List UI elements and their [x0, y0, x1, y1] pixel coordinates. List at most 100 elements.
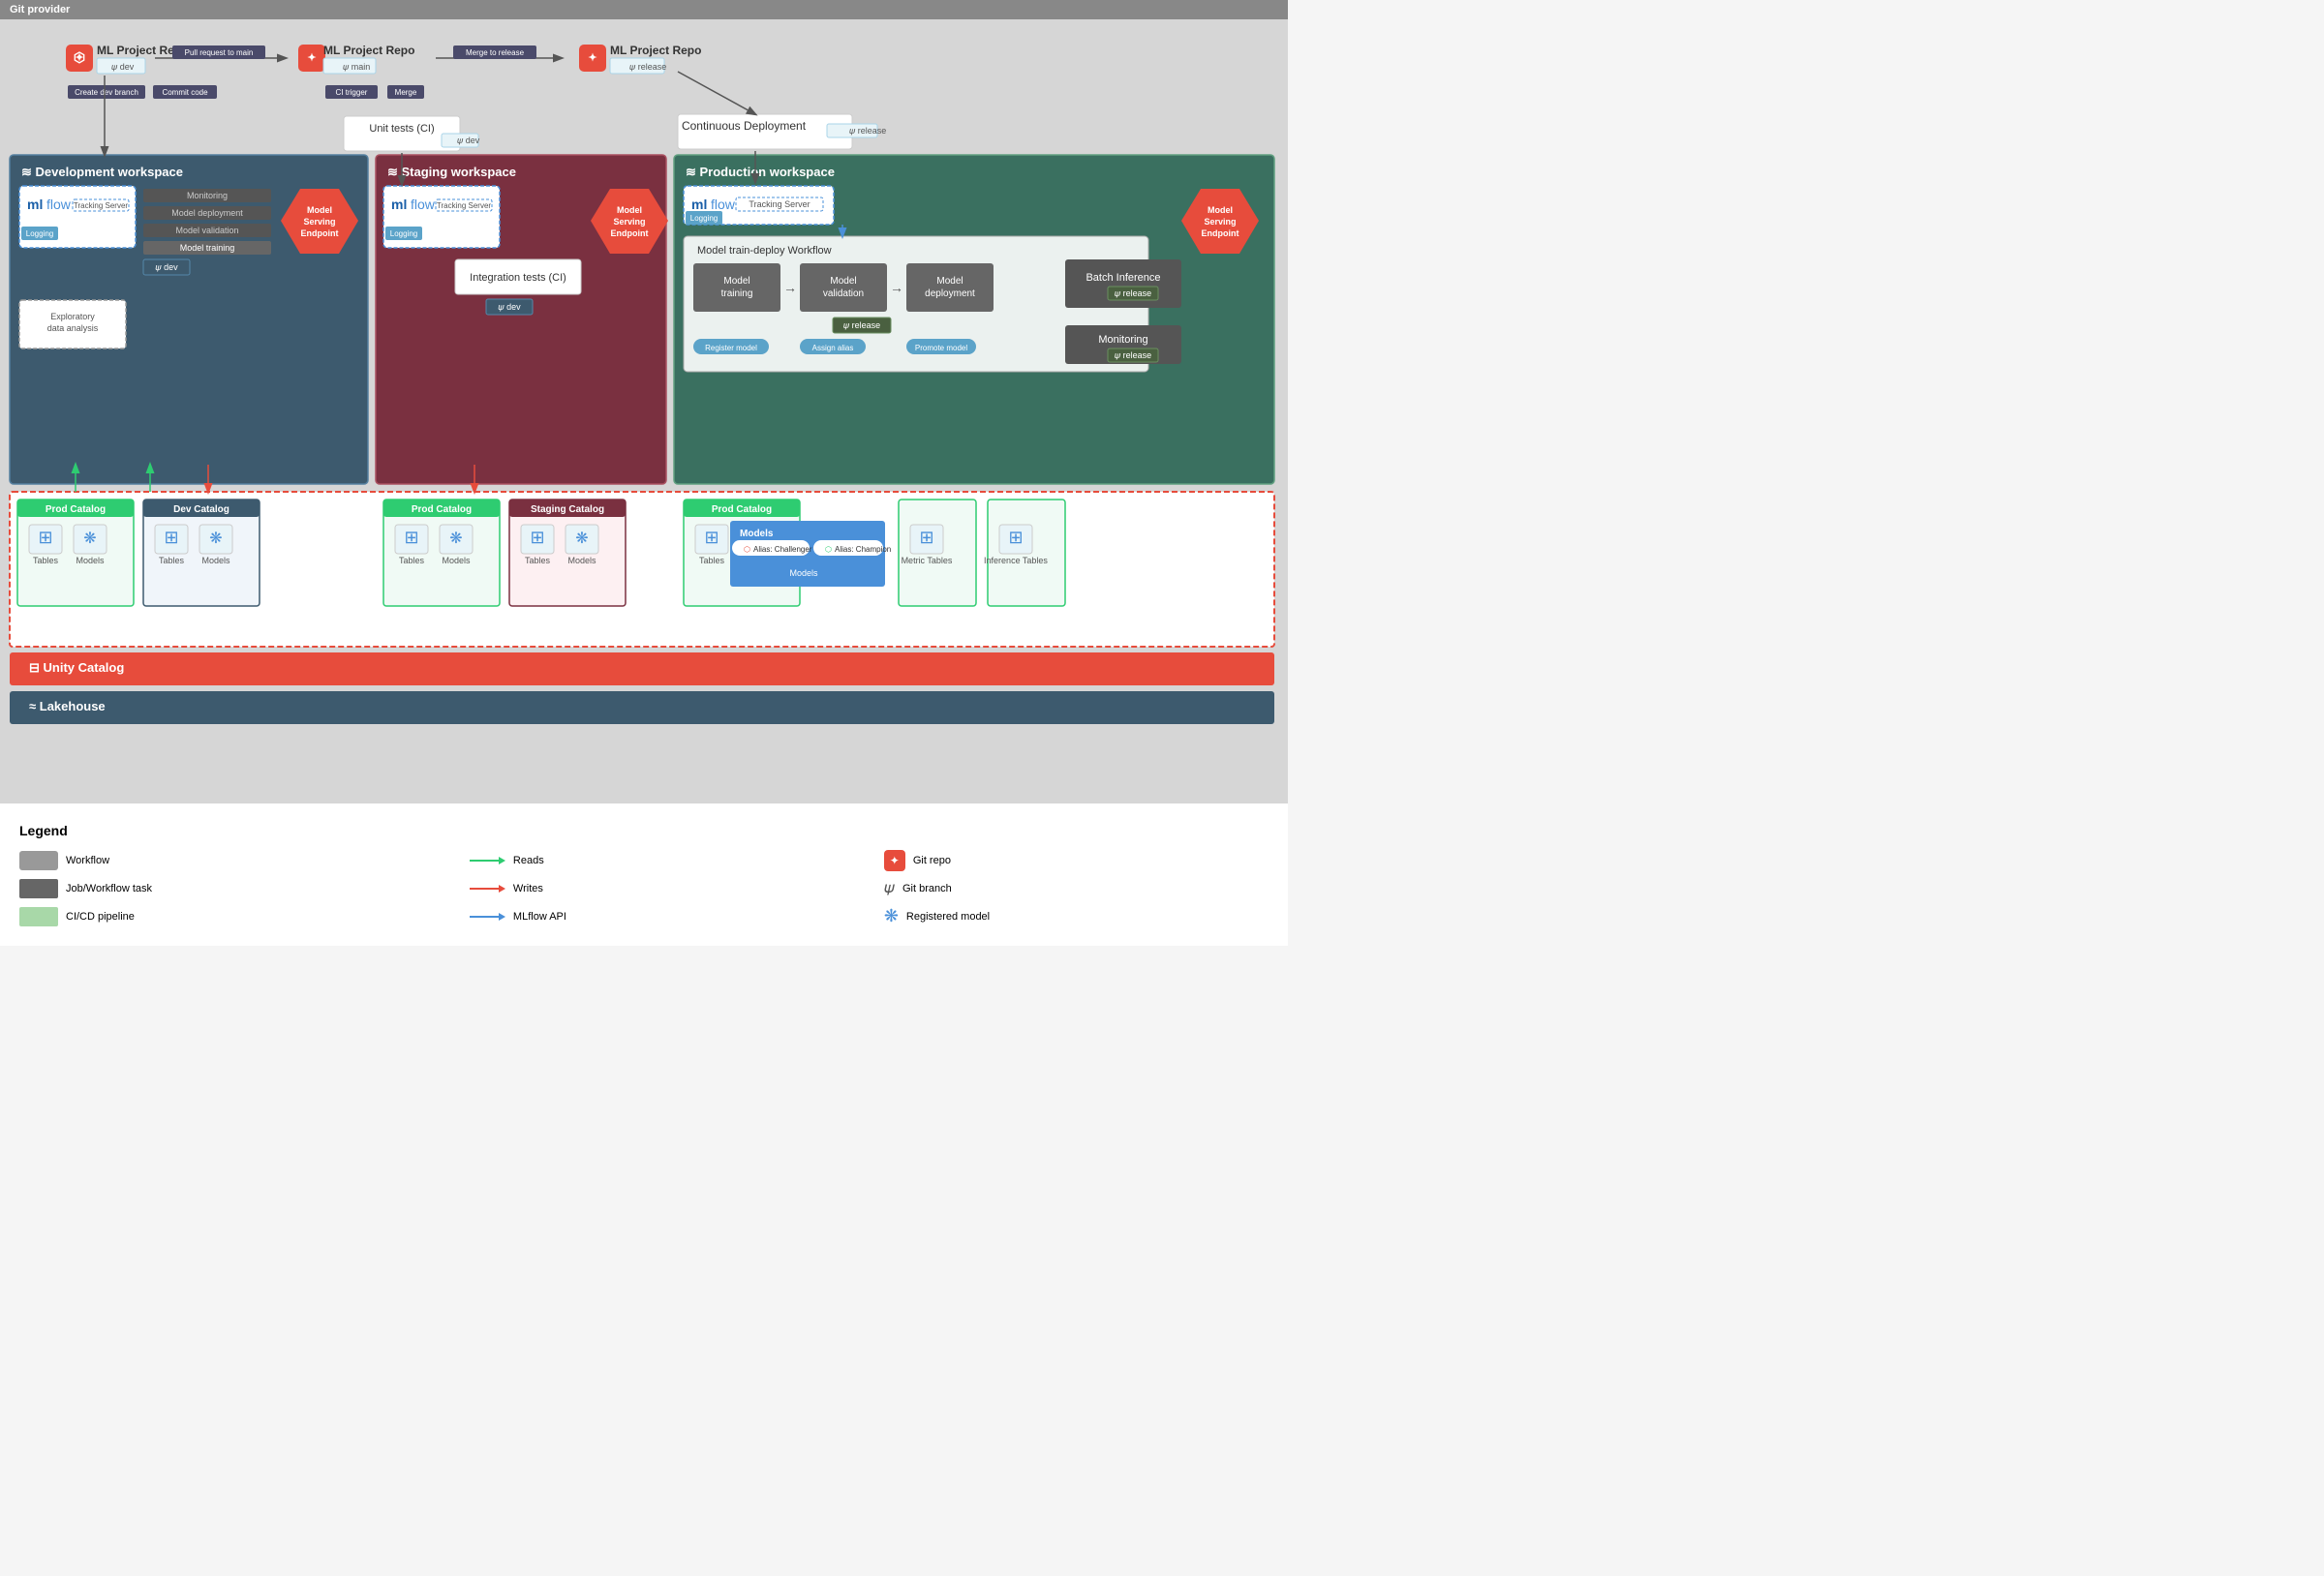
svg-text:⊞: ⊞	[704, 528, 719, 547]
svg-text:⊞: ⊞	[164, 528, 178, 547]
svg-text:Models: Models	[567, 556, 596, 565]
svg-text:→: →	[890, 280, 903, 295]
reads-head	[499, 857, 505, 864]
svg-text:Serving: Serving	[303, 217, 335, 227]
svg-text:flow: flow	[411, 197, 436, 212]
svg-text:Prod Catalog: Prod Catalog	[412, 504, 472, 515]
git-repo-icon: ✦	[884, 850, 905, 871]
cd-branch: 𝜓 release	[849, 126, 886, 136]
svg-text:ml: ml	[391, 197, 407, 212]
svg-text:Tables: Tables	[699, 556, 725, 565]
svg-text:Prod Catalog: Prod Catalog	[712, 504, 772, 515]
svg-text:ml: ml	[27, 197, 43, 212]
svg-text:Dev Catalog: Dev Catalog	[173, 504, 229, 515]
svg-text:Tables: Tables	[525, 556, 551, 565]
svg-text:𝜓 release: 𝜓 release	[1115, 288, 1151, 298]
unity-catalog-label: ⊟ Unity Catalog	[29, 660, 124, 675]
svg-text:Batch Inference: Batch Inference	[1086, 272, 1160, 284]
legend-workflow: Workflow	[19, 851, 431, 870]
svg-text:ml: ml	[691, 197, 707, 212]
svg-text:⊞: ⊞	[1008, 528, 1023, 547]
svg-text:𝜓 dev: 𝜓 dev	[498, 302, 521, 312]
prod-workspace-title: ≋ Production workspace	[686, 165, 835, 179]
git-branch-icon: 𝜓	[884, 880, 895, 897]
diagram-container: Git provider ⬡ ✦ ML Project Repo 𝜓 dev C…	[0, 0, 1288, 946]
svg-text:Model: Model	[307, 205, 332, 215]
svg-text:𝜓 release: 𝜓 release	[843, 320, 880, 330]
svg-text:Tables: Tables	[399, 556, 425, 565]
git-provider-label: Git provider	[10, 4, 70, 15]
legend-title: Legend	[19, 823, 1269, 838]
merge-label: Merge	[395, 88, 417, 97]
job-task-icon	[19, 879, 58, 898]
svg-text:Models: Models	[76, 556, 105, 565]
svg-text:Models: Models	[740, 529, 774, 539]
legend-reads: Reads	[470, 855, 845, 866]
svg-text:⬡: ⬡	[744, 545, 750, 554]
legend-ci-cd: CI/CD pipeline	[19, 907, 431, 926]
svg-text:Alias: Challenger: Alias: Challenger	[753, 545, 812, 554]
lakehouse-label: ≈ Lakehouse	[29, 699, 106, 713]
svg-text:Exploratory: Exploratory	[50, 312, 95, 321]
svg-text:⊞: ⊞	[38, 528, 52, 547]
svg-text:Serving: Serving	[1204, 217, 1236, 227]
svg-text:Models: Models	[789, 568, 818, 578]
ci-trigger-label: CI trigger	[336, 88, 368, 97]
legend-grid: Workflow Reads ✦ Git repo Job/Workflow t…	[19, 850, 1269, 926]
svg-text:✦: ✦	[75, 52, 83, 64]
mlflow-api-label: MLflow API	[513, 911, 566, 923]
legend-mlflow-api: MLflow API	[470, 911, 845, 923]
svg-text:Model: Model	[936, 276, 963, 287]
svg-text:Model validation: Model validation	[175, 226, 238, 235]
repo2-label: ML Project Repo	[323, 44, 414, 57]
svg-text:Model deployment: Model deployment	[171, 208, 243, 218]
svg-text:❋: ❋	[449, 530, 462, 547]
merge-to-release-label: Merge to release	[466, 48, 525, 57]
prod-workflow-title: Model train-deploy Workflow	[697, 245, 832, 257]
svg-text:Alias: Champion: Alias: Champion	[835, 545, 891, 554]
svg-text:flow: flow	[46, 197, 72, 212]
svg-text:Assign alias: Assign alias	[812, 344, 854, 352]
svg-text:Tables: Tables	[159, 556, 185, 565]
svg-text:Endpoint: Endpoint	[611, 228, 649, 238]
svg-text:⊞: ⊞	[530, 528, 544, 547]
reads-shaft	[470, 860, 499, 862]
svg-text:Integration tests (CI): Integration tests (CI)	[470, 272, 566, 284]
legend-job-task: Job/Workflow task	[19, 879, 431, 898]
svg-text:❋: ❋	[83, 530, 96, 547]
main-diagram: ⬡ ✦ ML Project Repo 𝜓 dev Create dev bra…	[0, 19, 1288, 803]
svg-text:Metric Tables: Metric Tables	[902, 556, 953, 565]
svg-text:→: →	[783, 280, 797, 295]
svg-text:Logging: Logging	[26, 229, 53, 238]
create-dev-branch-label: Create dev branch	[75, 88, 138, 97]
mlflow-arrow	[470, 913, 505, 921]
svg-text:Model: Model	[1208, 205, 1233, 215]
cd-label: Continuous Deployment	[682, 119, 807, 133]
diagram-svg: ⬡ ✦ ML Project Repo 𝜓 dev Create dev bra…	[0, 19, 1288, 803]
writes-head	[499, 885, 505, 893]
svg-text:⊞: ⊞	[919, 528, 933, 547]
repo3-label: ML Project Repo	[610, 44, 701, 57]
svg-text:Staging Catalog: Staging Catalog	[531, 504, 604, 515]
svg-text:Monitoring: Monitoring	[1098, 334, 1147, 346]
legend-registered-model: ❋ Registered model	[884, 906, 1269, 926]
svg-text:Prod Catalog: Prod Catalog	[46, 504, 106, 515]
svg-text:Model: Model	[723, 276, 749, 287]
svg-text:Logging: Logging	[690, 214, 718, 223]
pull-request-label: Pull request to main	[185, 48, 254, 57]
git-repo-label: Git repo	[913, 855, 951, 866]
workflow-icon	[19, 851, 58, 870]
svg-text:Serving: Serving	[613, 217, 645, 227]
svg-text:⊞: ⊞	[404, 528, 418, 547]
svg-text:Tracking Server: Tracking Server	[74, 201, 129, 210]
svg-text:Logging: Logging	[390, 229, 417, 238]
registered-model-icon: ❋	[884, 906, 899, 926]
svg-text:training: training	[721, 288, 753, 299]
svg-text:Monitoring: Monitoring	[187, 191, 228, 200]
svg-text:flow: flow	[711, 197, 736, 212]
legend-section: Legend Workflow Reads ✦ Git repo	[0, 803, 1288, 946]
git-provider-bar: Git provider	[0, 0, 1288, 19]
svg-text:❋: ❋	[575, 530, 588, 547]
staging-workspace-title: ≋ Staging workspace	[387, 165, 516, 179]
svg-text:Tables: Tables	[33, 556, 59, 565]
